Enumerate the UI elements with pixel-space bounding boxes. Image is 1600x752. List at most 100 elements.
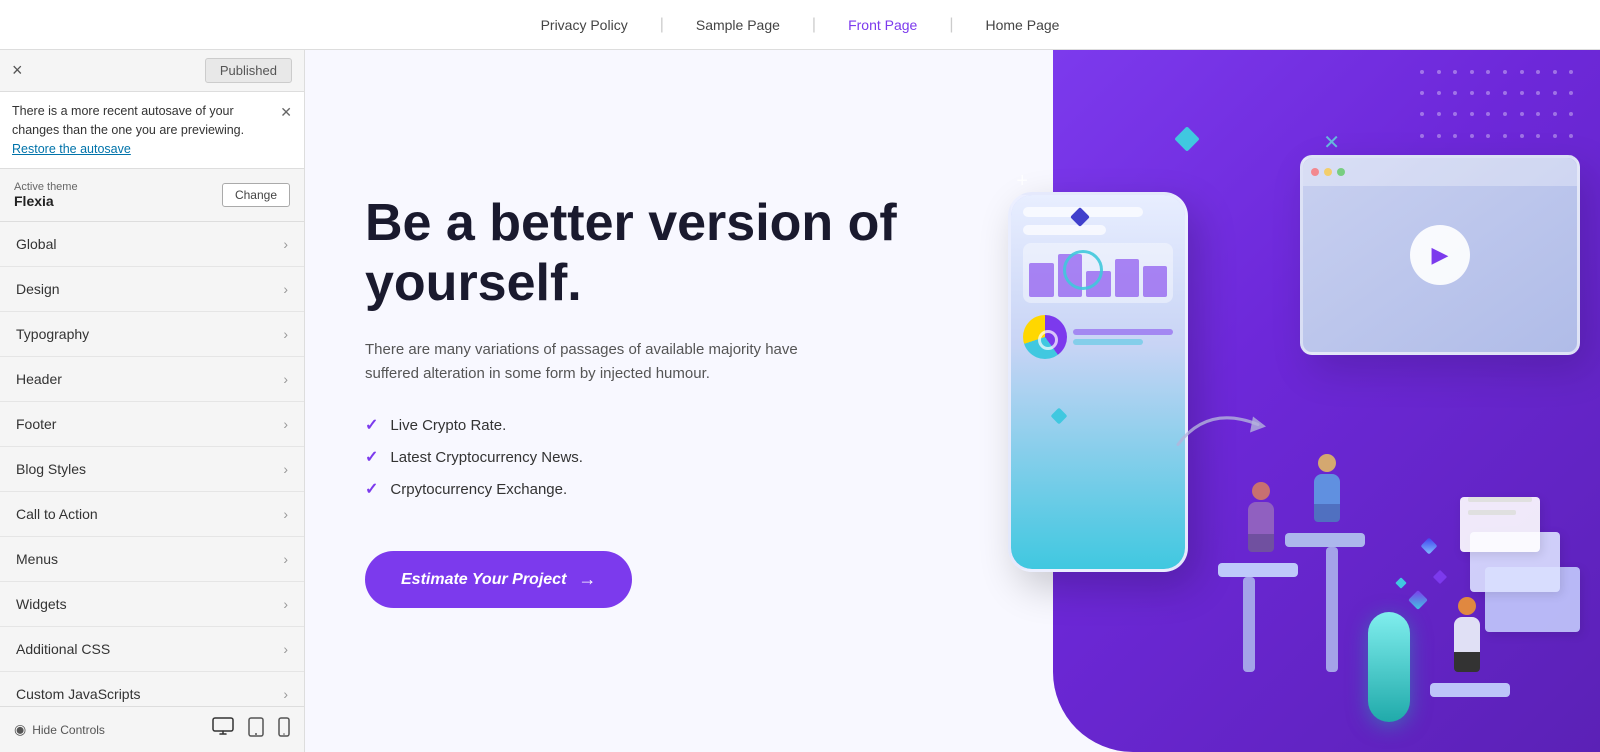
chevron-right-icon: ›: [283, 506, 288, 522]
person-1-legs: [1248, 534, 1274, 552]
autosave-message: There is a more recent autosave of your …: [12, 104, 244, 137]
autosave-close-icon[interactable]: ✕: [280, 102, 292, 123]
nav-divider-1: |: [660, 16, 664, 34]
hero-illustration: + ✕: [978, 50, 1600, 752]
doc-line-2: [1468, 510, 1516, 515]
person-2-legs: [1314, 504, 1340, 522]
theme-label: Active theme: [14, 181, 78, 193]
plus-icon-2: ✕: [1323, 130, 1340, 155]
nav-link-privacy[interactable]: Privacy Policy: [541, 17, 628, 33]
menu-item-additional-css[interactable]: Additional CSS ›: [0, 627, 304, 672]
nav-link-sample[interactable]: Sample Page: [696, 17, 780, 33]
check-icon-3: ✓: [365, 479, 378, 499]
plus-icon-1: +: [1016, 170, 1028, 193]
pie-legend: [1073, 315, 1173, 359]
menu-label-footer: Footer: [16, 416, 56, 432]
menu-label-additional-css: Additional CSS: [16, 641, 110, 657]
menu-label-typography: Typography: [16, 326, 89, 342]
chevron-right-icon: ›: [283, 236, 288, 252]
chevron-right-icon: ›: [283, 281, 288, 297]
feature-item-2: ✓ Latest Cryptocurrency News.: [365, 447, 918, 467]
check-icon-1: ✓: [365, 415, 378, 435]
monitor-toolbar: [1303, 158, 1577, 186]
menu-item-menus[interactable]: Menus ›: [0, 537, 304, 582]
nav-link-front[interactable]: Front Page: [848, 17, 917, 33]
chevron-right-icon: ›: [283, 416, 288, 432]
chart-bar-5: [1143, 266, 1167, 297]
legend-bar-2: [1073, 339, 1143, 345]
change-theme-button[interactable]: Change: [222, 183, 290, 207]
hide-controls-button[interactable]: ◉ Hide Controls: [14, 721, 105, 738]
person-3-body: [1454, 617, 1480, 652]
publish-status: Published: [205, 58, 292, 83]
monitor-dot-2: [1324, 168, 1332, 176]
panel-menu-scroll[interactable]: Global › Design › Typography › Header › …: [0, 222, 304, 706]
feature-item-3: ✓ Crpytocurrency Exchange.: [365, 479, 918, 499]
theme-info: Active theme Flexia Change: [0, 169, 304, 222]
hero-section: Be a better version of yourself. There a…: [305, 50, 1600, 752]
chevron-right-icon: ›: [283, 326, 288, 342]
top-navigation: Privacy Policy | Sample Page | Front Pag…: [0, 0, 1600, 50]
panel-header: × Published: [0, 50, 304, 92]
person-2-body: [1314, 474, 1340, 504]
menu-label-widgets: Widgets: [16, 596, 67, 612]
person-3-head: [1458, 597, 1476, 615]
teal-diamond: [1175, 126, 1200, 151]
tablet-icon[interactable]: [248, 717, 264, 742]
play-button[interactable]: ▶: [1410, 225, 1470, 285]
feature-item-1: ✓ Live Crypto Rate.: [365, 415, 918, 435]
cta-button[interactable]: Estimate Your Project →: [365, 551, 632, 608]
nav-link-home[interactable]: Home Page: [986, 17, 1060, 33]
main-layout: × Published There is a more recent autos…: [0, 50, 1600, 752]
hero-features-list: ✓ Live Crypto Rate. ✓ Latest Cryptocurre…: [365, 415, 918, 511]
phone-screen: [1011, 195, 1185, 569]
menu-item-typography[interactable]: Typography ›: [0, 312, 304, 357]
menu-item-call-to-action[interactable]: Call to Action ›: [0, 492, 304, 537]
person-1-head: [1252, 482, 1270, 500]
platform-2: [1285, 533, 1365, 547]
person-1-body: [1248, 502, 1274, 534]
chevron-right-icon: ›: [283, 461, 288, 477]
eye-icon: ◉: [14, 721, 26, 738]
pillar-2: [1326, 547, 1338, 672]
chevron-right-icon: ›: [283, 641, 288, 657]
arrow-decoration: [1168, 395, 1278, 460]
mobile-icon[interactable]: [278, 717, 290, 742]
platform-3: [1430, 683, 1510, 697]
monitor-dot-3: [1337, 168, 1345, 176]
restore-autosave-link[interactable]: Restore the autosave: [12, 140, 272, 159]
menu-item-header[interactable]: Header ›: [0, 357, 304, 402]
menu-label-header: Header: [16, 371, 62, 387]
hide-controls-label: Hide Controls: [32, 723, 105, 737]
autosave-notice: There is a more recent autosave of your …: [0, 92, 304, 169]
phone-mockup: [1008, 192, 1188, 572]
check-icon-2: ✓: [365, 447, 378, 467]
person-2: [1314, 454, 1340, 522]
chevron-right-icon: ›: [283, 371, 288, 387]
hero-description: There are many variations of passages of…: [365, 338, 845, 388]
menu-label-blog-styles: Blog Styles: [16, 461, 86, 477]
close-button[interactable]: ×: [12, 60, 23, 81]
gem-2: [1433, 570, 1447, 584]
menu-item-blog-styles[interactable]: Blog Styles ›: [0, 447, 304, 492]
menu-item-custom-js[interactable]: Custom JavaScripts ›: [0, 672, 304, 706]
menu-item-widgets[interactable]: Widgets ›: [0, 582, 304, 627]
chevron-right-icon: ›: [283, 596, 288, 612]
panel-bottom-controls: ◉ Hide Controls: [0, 706, 304, 752]
cylinder-decoration: [1368, 612, 1410, 722]
autosave-text: There is a more recent autosave of your …: [12, 102, 272, 158]
hero-left-content: Be a better version of yourself. There a…: [305, 50, 978, 752]
platform-1: [1218, 563, 1298, 577]
monitor-dot-1: [1311, 168, 1319, 176]
menu-item-footer[interactable]: Footer ›: [0, 402, 304, 447]
desktop-icon[interactable]: [212, 717, 234, 742]
menu-item-global[interactable]: Global ›: [0, 222, 304, 267]
feature-label-1: Live Crypto Rate.: [390, 417, 506, 434]
theme-details: Active theme Flexia: [14, 181, 78, 209]
gem-1: [1408, 590, 1428, 610]
menu-item-design[interactable]: Design ›: [0, 267, 304, 312]
monitor-mockup: ▶: [1300, 155, 1580, 355]
hero-title: Be a better version of yourself.: [365, 194, 918, 314]
menu-label-global: Global: [16, 236, 56, 252]
chart-bar-1: [1029, 263, 1053, 297]
